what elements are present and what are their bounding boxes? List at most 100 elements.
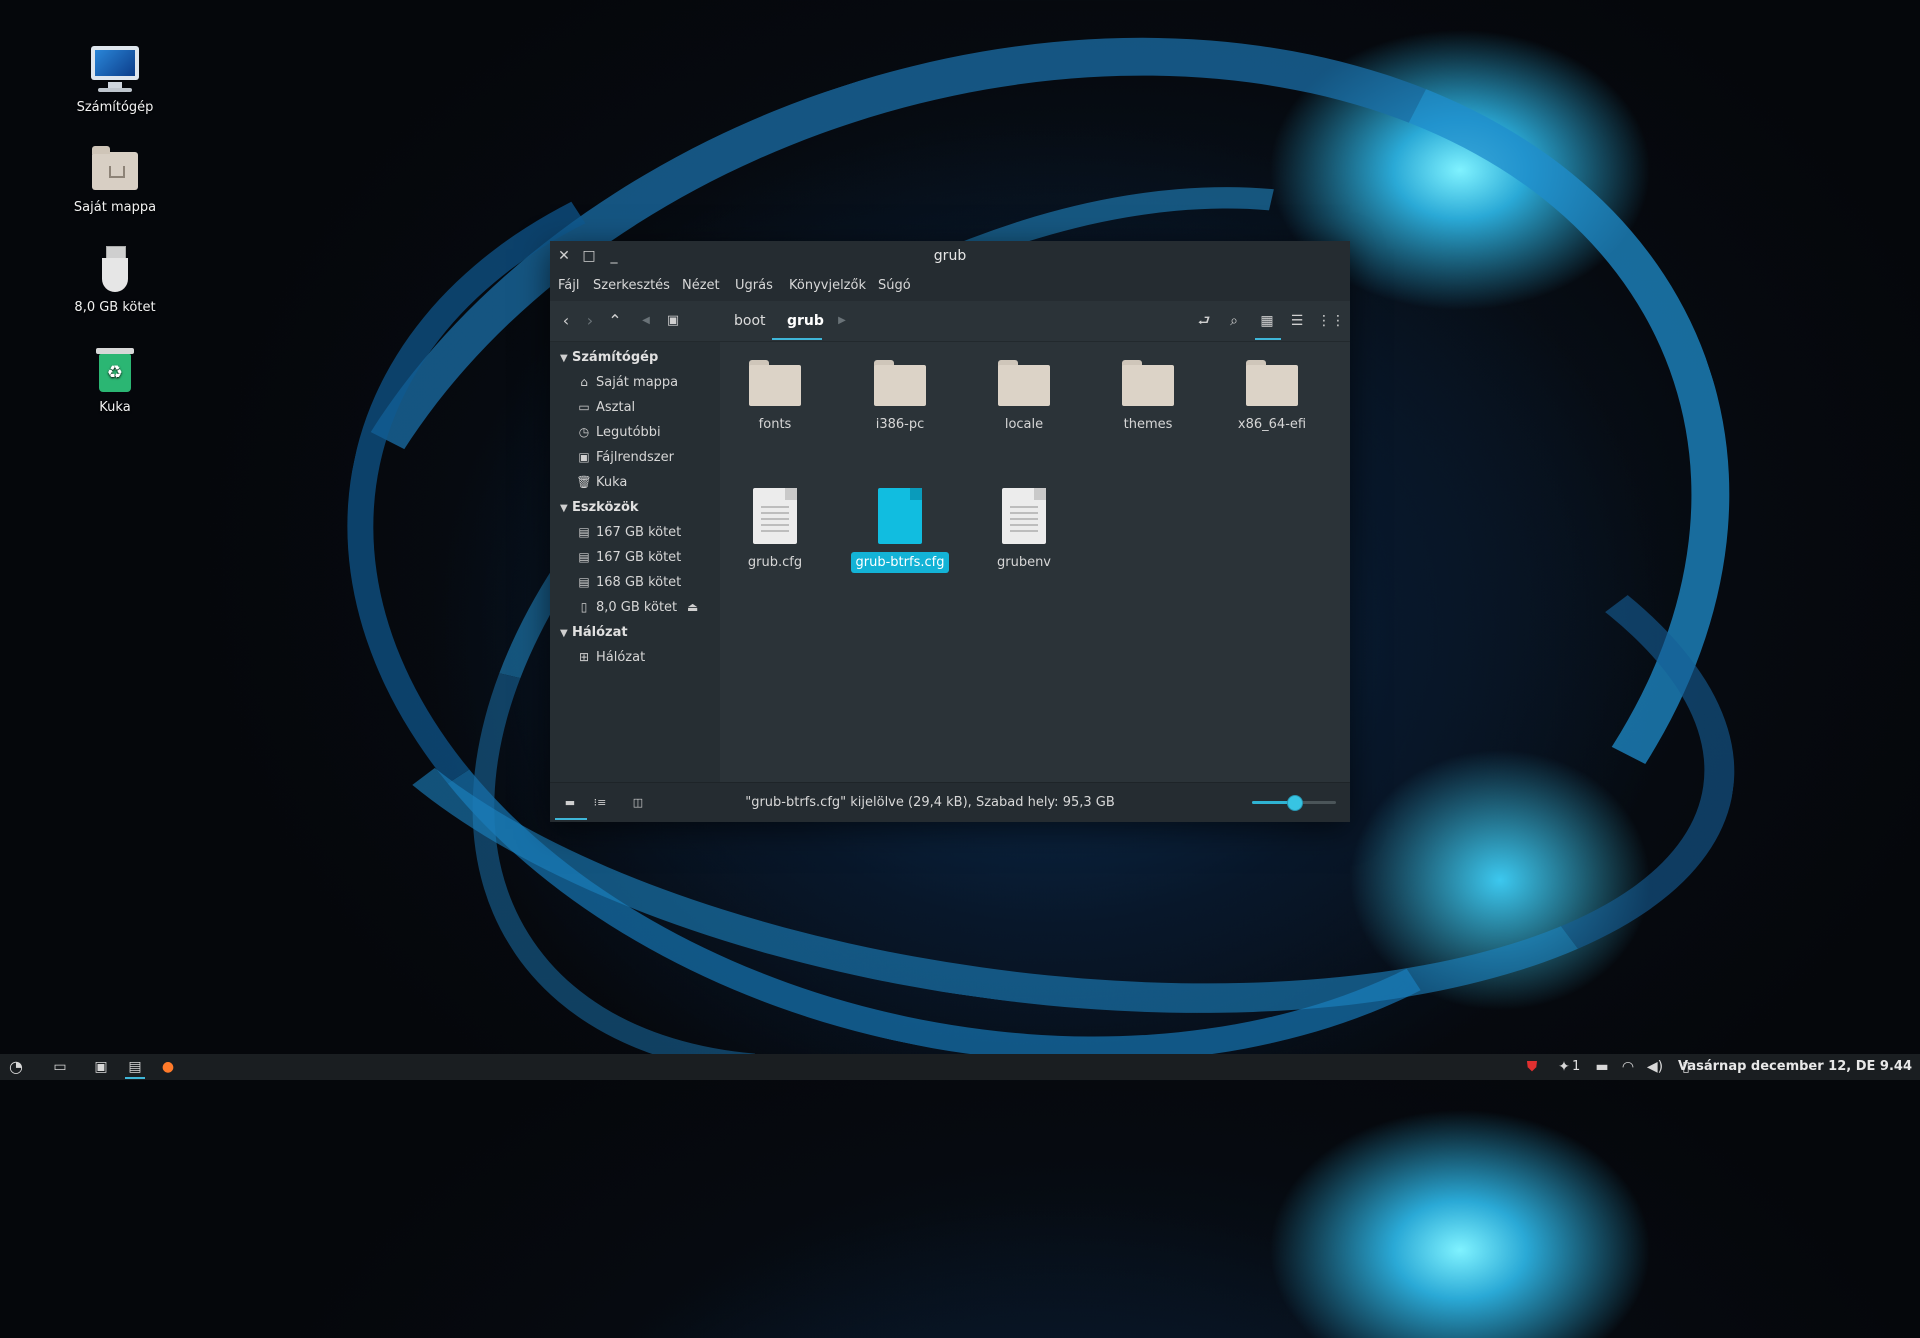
hide-panel-icon[interactable]: ◫ xyxy=(628,793,648,813)
sidebar-item-recent[interactable]: ◷ Legutóbbi xyxy=(576,425,661,440)
close-icon[interactable]: ✕ xyxy=(556,248,572,264)
sidebar-item-volume[interactable]: ▤ 167 GB kötet xyxy=(576,525,681,540)
forward-icon[interactable]: › xyxy=(580,311,600,331)
file-manager-window: ✕ □ _ grub Fájl Szerkesztés Nézet Ugrás … xyxy=(550,241,1350,822)
menu-help[interactable]: Súgó xyxy=(878,271,911,301)
folder-item[interactable]: fonts xyxy=(725,360,825,435)
desktop-icon-label: Saját mappa xyxy=(73,200,157,215)
drive-icon: ▤ xyxy=(578,550,590,564)
terminal-launcher-icon[interactable]: ▣ xyxy=(91,1057,111,1077)
sidebar-item-desktop[interactable]: ▭ Asztal xyxy=(576,400,635,415)
back-icon[interactable]: ‹ xyxy=(556,311,576,331)
zoom-slider[interactable] xyxy=(1252,795,1336,811)
file-label: grub.cfg xyxy=(747,555,803,570)
sidebar-item-volume[interactable]: ▤ 168 GB kötet xyxy=(576,575,681,590)
computer-icon xyxy=(90,44,140,94)
file-manager-launcher-icon[interactable]: ▭ xyxy=(50,1057,70,1077)
home-icon: ⌂ xyxy=(580,375,588,389)
drive-icon: ▤ xyxy=(578,575,590,589)
trash-icon: ♻ xyxy=(90,344,140,394)
desktop-icon-label: Számítógép xyxy=(76,100,154,115)
list-view-icon[interactable]: ☰ xyxy=(1287,311,1307,331)
minimize-icon[interactable]: _ xyxy=(606,248,622,264)
sidebar-item-home[interactable]: ⌂ Saját mappa xyxy=(576,375,678,390)
toolbar: ‹ › ⌃ ◀ ▣ boot grub ▶ ⮐ ⌕ ▦ ☰ ⋮⋮ xyxy=(550,301,1350,342)
file-label: locale xyxy=(1004,417,1044,432)
menu-bar: Fájl Szerkesztés Nézet Ugrás Könyvjelzők… xyxy=(550,271,1350,301)
breadcrumb-left-icon[interactable]: ◀ xyxy=(636,311,656,331)
file-label: themes xyxy=(1123,417,1173,432)
display-icon[interactable]: ▬ xyxy=(1592,1057,1612,1077)
text-file-icon xyxy=(753,488,797,544)
window-title: grub xyxy=(933,248,967,264)
file-label: grubenv xyxy=(996,555,1052,570)
folder-item[interactable]: i386-pc xyxy=(850,360,950,435)
zoom-slider-handle[interactable] xyxy=(1287,795,1303,811)
sidebar-item-volume[interactable]: ▤ 167 GB kötet xyxy=(576,550,681,565)
clock[interactable]: Vasárnap december 12, DE 9.44 xyxy=(1678,1054,1912,1080)
grid-view-icon[interactable]: ▦ xyxy=(1257,311,1277,331)
eject-icon[interactable]: ⏏ xyxy=(687,600,698,614)
places-panel-icon[interactable]: ▬ xyxy=(560,793,580,813)
firefox-icon[interactable]: ● xyxy=(158,1057,178,1077)
sidebar-item-network[interactable]: ⊞ Hálózat xyxy=(576,650,645,665)
sidebar-section-network[interactable]: ▼ Hálózat xyxy=(560,625,628,640)
desktop-icon-label: Kuka xyxy=(99,400,131,415)
desktop-icon-computer[interactable]: Számítógép xyxy=(60,44,170,115)
menu-bookmarks[interactable]: Könyvjelzők xyxy=(789,271,866,301)
menu-view[interactable]: Nézet xyxy=(682,271,720,301)
file-item-selected[interactable]: grub-btrfs.cfg xyxy=(850,488,950,573)
breadcrumb-boot[interactable]: boot xyxy=(734,301,766,341)
breadcrumb-right-icon[interactable]: ▶ xyxy=(832,311,852,331)
sidebar-section-devices[interactable]: ▼ Eszközök xyxy=(560,500,639,515)
view-active-indicator xyxy=(1255,338,1281,340)
sidebar-section-computer[interactable]: ▼ Számítógép xyxy=(560,350,658,365)
app-menu-icon[interactable]: ◔ xyxy=(6,1057,26,1077)
sidebar-item-usb-volume[interactable]: ▯ 8,0 GB kötet xyxy=(576,600,677,615)
folder-icon xyxy=(1122,360,1174,406)
maximize-icon[interactable]: □ xyxy=(581,248,597,264)
open-terminal-icon[interactable]: ⮐ xyxy=(1194,311,1214,331)
tree-panel-icon[interactable]: ⁝≡ xyxy=(590,793,610,813)
breadcrumb-grub[interactable]: grub xyxy=(787,301,824,341)
desktop-icon-usb[interactable]: 8,0 GB kötet xyxy=(60,244,170,315)
desktop-icon-home[interactable]: Saját mappa xyxy=(60,144,170,215)
folder-icon xyxy=(998,360,1050,406)
text-file-icon xyxy=(1002,488,1046,544)
folder-icon xyxy=(1246,360,1298,406)
sidebar-item-filesystem[interactable]: ▣ Fájlrendszer xyxy=(576,450,674,465)
filesystem-icon: ▣ xyxy=(578,450,590,464)
notification-count: 1 xyxy=(1572,1059,1581,1074)
usb-icon: ▯ xyxy=(580,600,588,614)
up-icon[interactable]: ⌃ xyxy=(605,311,625,331)
file-label: x86_64-efi xyxy=(1237,417,1307,432)
menu-file[interactable]: Fájl xyxy=(558,271,579,301)
volume-icon[interactable]: ◀) xyxy=(1645,1057,1665,1077)
status-bar: ▬ ⁝≡ ◫ "grub-btrfs.cfg" kijelölve (29,4 … xyxy=(550,782,1350,822)
wifi-icon[interactable]: ◠ xyxy=(1618,1057,1638,1077)
status-text: "grub-btrfs.cfg" kijelölve (29,4 kB), Sz… xyxy=(745,795,1115,810)
search-icon[interactable]: ⌕ xyxy=(1224,311,1244,331)
drive-icon: ▤ xyxy=(578,525,590,539)
menu-go[interactable]: Ugrás xyxy=(735,271,773,301)
security-shield-icon[interactable]: ⛊ xyxy=(1522,1057,1542,1077)
desktop-folder-icon: ▭ xyxy=(578,400,590,414)
file-label: grub-btrfs.cfg xyxy=(850,552,950,573)
file-item[interactable]: grub.cfg xyxy=(725,488,825,573)
file-item[interactable]: grubenv xyxy=(974,488,1074,573)
folder-icon xyxy=(874,360,926,406)
filesystem-root-icon[interactable]: ▣ xyxy=(663,311,683,331)
folder-item[interactable]: x86_64-efi xyxy=(1222,360,1322,435)
active-window-icon[interactable]: ▤ xyxy=(125,1057,145,1079)
sidebar-item-trash[interactable]: 🗑 Kuka xyxy=(576,475,627,490)
menu-edit[interactable]: Szerkesztés xyxy=(593,271,670,301)
compact-view-icon[interactable]: ⋮⋮ xyxy=(1317,311,1345,331)
title-bar[interactable]: ✕ □ _ grub xyxy=(550,241,1350,271)
folder-item[interactable]: themes xyxy=(1098,360,1198,435)
folder-item[interactable]: locale xyxy=(974,360,1074,435)
clock-icon: ◷ xyxy=(578,425,590,439)
file-label: fonts xyxy=(758,417,792,432)
notification-icon[interactable]: ✦ xyxy=(1554,1057,1574,1077)
desktop-icon-trash[interactable]: ♻ Kuka xyxy=(60,344,170,415)
network-icon: ⊞ xyxy=(578,650,590,664)
